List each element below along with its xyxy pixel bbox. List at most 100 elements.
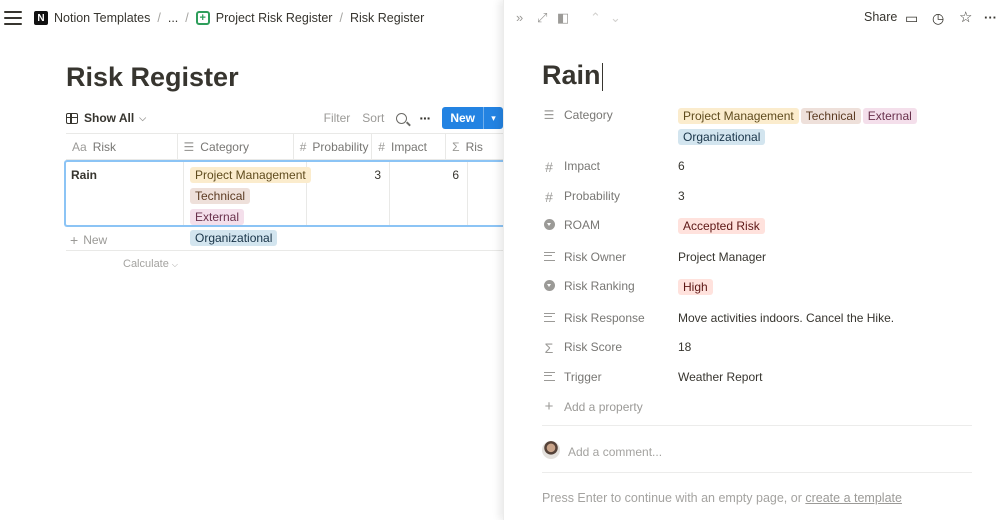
property-name[interactable]: Trigger	[542, 370, 678, 384]
filter-button[interactable]: Filter	[324, 111, 351, 125]
property-name[interactable]: Risk Owner	[542, 250, 678, 264]
page-title[interactable]: Risk Register	[66, 62, 239, 93]
column-header-impact[interactable]: # Impact	[372, 134, 447, 159]
divider	[542, 472, 972, 473]
property-name[interactable]: Risk Response	[542, 311, 678, 325]
property-label: Trigger	[564, 370, 602, 384]
property-value-risk-ranking[interactable]: High	[678, 279, 972, 300]
search-icon[interactable]	[396, 112, 408, 124]
cell-probability[interactable]: 3	[307, 162, 390, 225]
calculate-button[interactable]: Calculate ⌵	[123, 258, 178, 270]
multi-select-icon: ☰	[183, 139, 195, 154]
more-options-icon[interactable]: ···	[984, 10, 997, 25]
property-label: Impact	[564, 159, 601, 173]
property-value-category[interactable]: Project Management Technical External Orga…	[678, 108, 972, 150]
tag-organizational: Organizational	[678, 129, 766, 145]
property-value-probability[interactable]: 3	[678, 189, 972, 205]
breadcrumb-root[interactable]: Notion Templates	[54, 11, 150, 25]
column-header-label: Probability	[312, 139, 369, 154]
view-tab-show-all[interactable]: Show All ⌵	[66, 111, 146, 125]
sort-button[interactable]: Sort	[362, 111, 384, 125]
property-label: Risk Ranking	[564, 279, 635, 293]
column-header-label: Impact	[390, 139, 427, 154]
updates-clock-icon[interactable]: ◷	[932, 10, 944, 27]
property-label: ROAM	[564, 218, 600, 232]
add-property-button[interactable]: + Add a property	[542, 398, 972, 415]
property-roam[interactable]: ROAM Accepted Risk	[542, 218, 972, 239]
breadcrumb-parent[interactable]: Project Risk Register	[216, 11, 333, 25]
property-value-trigger[interactable]: Weather Report	[678, 370, 972, 384]
new-button[interactable]: New ▾	[442, 107, 503, 129]
side-peek-panel: » ⤢ ◧ ⌃ ⌄ Share ▭ ◷ ☆ ··· Rain ☰ Category…	[503, 0, 1005, 520]
project-page-icon: +	[195, 11, 210, 25]
more-options-icon[interactable]: ···	[419, 110, 431, 126]
cell-category[interactable]: Project Management TechnicalExternal Org…	[184, 162, 311, 246]
view-tab-label: Show All	[84, 111, 135, 125]
select-icon	[542, 279, 556, 294]
property-name[interactable]: Risk Ranking	[542, 279, 678, 300]
breadcrumb-separator: /	[185, 11, 189, 25]
property-name[interactable]: # Impact	[542, 159, 678, 175]
title-property-icon: Aa	[72, 139, 87, 154]
formula-icon: Σ	[544, 340, 554, 356]
share-button[interactable]: Share	[864, 10, 897, 24]
next-page-icon[interactable]: ⌄	[610, 10, 621, 26]
property-value-risk-response[interactable]: Move activities indoors. Cancel the Hike…	[678, 311, 972, 325]
expand-icon[interactable]: ⤢	[537, 10, 547, 26]
select-icon	[542, 218, 556, 233]
chevron-down-icon: ⌵	[139, 112, 147, 123]
property-risk-ranking[interactable]: Risk Ranking High	[542, 279, 972, 300]
comment-input[interactable]: Add a comment...	[568, 445, 662, 459]
property-name[interactable]: ☰ Category	[542, 108, 678, 150]
new-button-label[interactable]: New	[442, 107, 483, 129]
plus-icon: +	[544, 398, 554, 415]
previous-page-icon[interactable]: ⌃	[590, 10, 601, 26]
breadcrumb: N Notion Templates / ... / + Project Ris…	[34, 11, 424, 25]
column-header-probability[interactable]: # Probability	[294, 134, 373, 159]
menu-icon[interactable]	[4, 11, 22, 25]
property-value-roam[interactable]: Accepted Risk	[678, 218, 972, 239]
property-impact[interactable]: # Impact 6	[542, 159, 972, 175]
property-risk-owner[interactable]: Risk Owner Project Manager	[542, 250, 972, 264]
new-row-button[interactable]: + New	[66, 229, 503, 251]
tag-project-management: Project Management	[678, 108, 799, 124]
breadcrumb-current[interactable]: Risk Register	[350, 11, 424, 25]
property-value-impact[interactable]: 6	[678, 159, 972, 175]
cell-impact[interactable]: 6	[390, 162, 468, 225]
favorite-star-icon[interactable]: ☆	[959, 8, 972, 26]
column-header-risk-score[interactable]: Σ Ris	[446, 134, 503, 159]
text-icon	[542, 311, 556, 325]
cell-risk-score[interactable]	[468, 162, 503, 225]
number-icon: #	[299, 139, 307, 154]
table-row[interactable]: Rain Project Management Technical Externa…	[64, 160, 503, 246]
property-name[interactable]: Σ Risk Score	[542, 340, 678, 356]
property-probability[interactable]: # Probability 3	[542, 189, 972, 205]
property-category[interactable]: ☰ Category Project Management Technical Ext…	[542, 108, 972, 150]
peek-mode-icon[interactable]: ◧	[557, 10, 569, 26]
property-label: Risk Score	[564, 340, 623, 354]
column-header-category[interactable]: ☰ Category	[178, 134, 294, 159]
property-risk-score[interactable]: Σ Risk Score 18	[542, 340, 972, 356]
breadcrumb-ellipsis[interactable]: ...	[168, 11, 178, 25]
hint-text: Press Enter to continue with an empty pa…	[542, 491, 802, 505]
property-value-risk-owner[interactable]: Project Manager	[678, 250, 972, 264]
property-trigger[interactable]: Trigger Weather Report	[542, 370, 972, 384]
property-risk-response[interactable]: Risk Response Move activities indoors. C…	[542, 311, 972, 325]
tag-project-management: Project Management	[190, 167, 311, 183]
property-name[interactable]: ROAM	[542, 218, 678, 239]
close-peek-icon[interactable]: »	[516, 10, 523, 25]
tag-external: External	[190, 209, 245, 225]
column-header-risk[interactable]: Aa Risk	[66, 134, 178, 159]
add-property-label: Add a property	[564, 400, 643, 414]
table-header: Aa Risk ☰ Category # Probability # Impac…	[66, 133, 503, 160]
divider	[542, 425, 972, 426]
cell-risk[interactable]: Rain	[66, 162, 184, 225]
property-name[interactable]: # Probability	[542, 189, 678, 205]
new-dropdown-chevron-icon[interactable]: ▾	[483, 107, 503, 129]
property-value-risk-score[interactable]: 18	[678, 340, 972, 356]
comment-icon[interactable]: ▭	[905, 10, 918, 27]
property-label: Risk Response	[564, 311, 645, 325]
peek-page-title[interactable]: Rain	[542, 60, 603, 91]
create-template-link[interactable]: create a template	[805, 491, 902, 505]
peek-title-text[interactable]: Rain	[542, 60, 601, 90]
